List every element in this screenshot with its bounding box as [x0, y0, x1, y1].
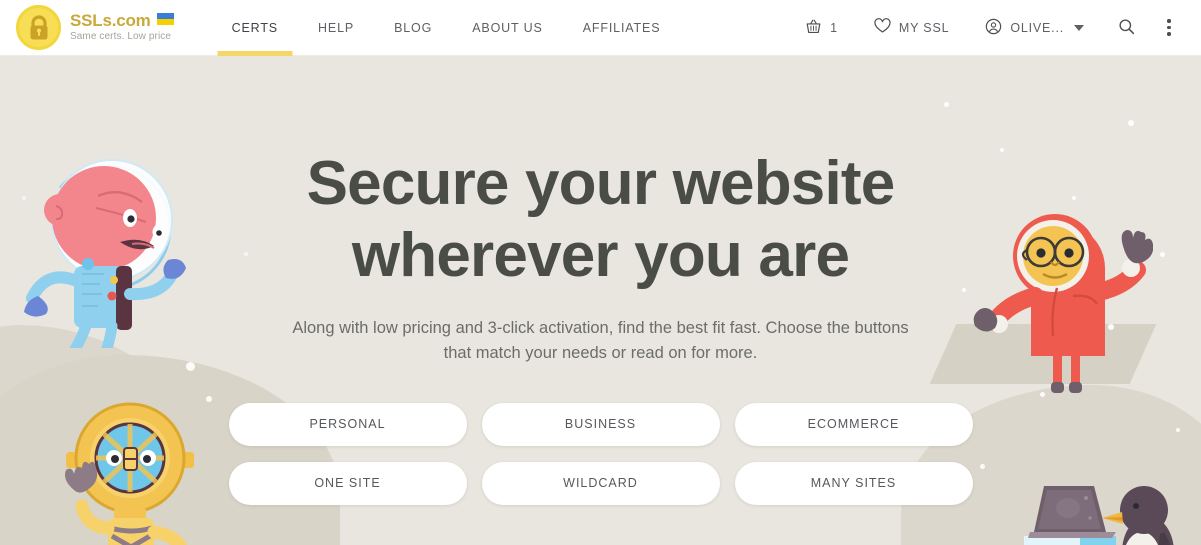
account-label: OLIVE...	[1010, 20, 1064, 35]
nav-label: ABOUT US	[472, 20, 543, 35]
brand-name: SSLs.com	[70, 11, 151, 31]
account-circle-icon	[985, 18, 1002, 38]
header-actions: 1 MY SSL OLIVE...	[787, 0, 1201, 56]
brand-logo[interactable]: SSLs.com Same certs. Low price	[16, 0, 174, 56]
search-icon	[1118, 18, 1135, 38]
hero-content: Secure your website wherever you are Alo…	[0, 56, 1201, 505]
heart-icon	[874, 18, 891, 37]
nav-item-affiliates[interactable]: AFFILIATES	[563, 0, 681, 56]
category-button-grid: PERSONAL BUSINESS ECOMMERCE ONE SITE WIL…	[228, 402, 973, 505]
site-header: SSLs.com Same certs. Low price CERTS HEL…	[0, 0, 1201, 56]
ukraine-flag-icon	[156, 13, 174, 26]
nav-item-about-us[interactable]: ABOUT US	[452, 0, 562, 56]
category-button-many-sites[interactable]: MANY SITES	[734, 461, 973, 505]
page-root: SSLs.com Same certs. Low price CERTS HEL…	[0, 0, 1201, 545]
cart-button[interactable]: 1	[787, 0, 856, 56]
category-button-personal[interactable]: PERSONAL	[228, 402, 467, 446]
nav-label: BLOG	[394, 20, 433, 35]
my-ssl-label: MY SSL	[898, 20, 950, 35]
kebab-menu-icon	[1167, 19, 1171, 36]
page-title: Secure your website wherever you are	[306, 149, 896, 290]
cart-count: 1	[830, 20, 838, 35]
main-navigation: CERTS HELP BLOG ABOUT US AFFILIATES	[212, 0, 681, 56]
category-button-wildcard[interactable]: WILDCARD	[481, 461, 720, 505]
category-button-one-site[interactable]: ONE SITE	[228, 461, 467, 505]
nav-item-blog[interactable]: BLOG	[374, 0, 452, 56]
search-button[interactable]	[1102, 0, 1151, 56]
nav-label: AFFILIATES	[582, 20, 661, 35]
more-menu-button[interactable]	[1151, 0, 1187, 56]
category-button-ecommerce[interactable]: ECOMMERCE	[734, 402, 973, 446]
nav-item-help[interactable]: HELP	[298, 0, 374, 56]
chevron-down-icon	[1074, 24, 1084, 31]
nav-label: CERTS	[231, 20, 278, 35]
my-ssl-button[interactable]: MY SSL	[856, 0, 967, 56]
hero-subtitle: Along with low pricing and 3-click activ…	[292, 318, 909, 363]
nav-label: HELP	[318, 20, 355, 35]
account-menu-button[interactable]: OLIVE...	[967, 0, 1102, 56]
category-button-business[interactable]: BUSINESS	[481, 402, 720, 446]
brand-text: SSLs.com Same certs. Low price	[70, 12, 174, 42]
shopping-basket-icon	[805, 18, 822, 38]
lock-icon	[16, 5, 61, 50]
brand-tagline: Same certs. Low price	[70, 31, 172, 43]
nav-item-certs[interactable]: CERTS	[212, 0, 298, 56]
hero-section: Secure your website wherever you are Alo…	[0, 56, 1201, 545]
